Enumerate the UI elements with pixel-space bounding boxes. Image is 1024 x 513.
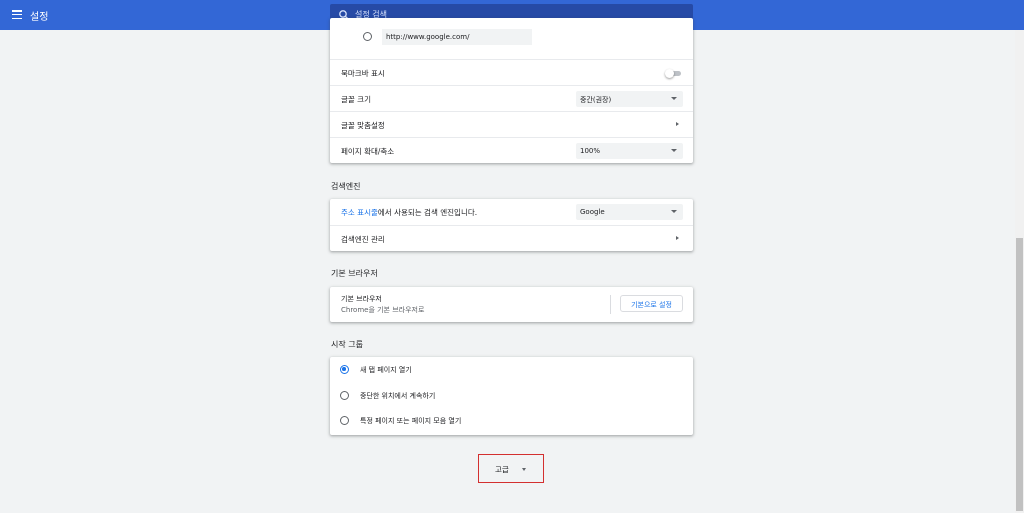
search-engine-section-title: 검색엔진 [331,182,361,191]
page-zoom-select[interactable]: 100% [576,143,683,159]
search-engine-select[interactable]: Google [576,204,683,220]
search-engine-description: 주소 표시줄에서 사용되는 검색 엔진입니다. [341,208,478,217]
customize-fonts-row[interactable]: 글꼴 맞춤설정 [330,111,693,137]
page-zoom-value: 100% [580,147,601,155]
homepage-url-radio[interactable] [363,32,372,41]
customize-fonts-label: 글꼴 맞춤설정 [341,121,385,130]
startup-option-new-tab[interactable]: 새 탭 페이지 열기 [330,357,693,383]
startup-option-label: 새 탭 페이지 열기 [360,366,412,374]
bookmarks-bar-label: 북마크바 표시 [341,69,385,78]
make-default-button[interactable]: 기본으로 설정 [620,295,683,312]
default-browser-title: 기본 브라우저 [341,295,382,303]
page-zoom-label: 페이지 확대/축소 [341,147,395,156]
default-browser-section-title: 기본 브라우저 [331,269,378,278]
font-size-value: 중간(권장) [580,96,612,104]
radio-button[interactable] [340,365,349,374]
divider [610,295,611,314]
chevron-down-icon [671,210,677,213]
page-zoom-row: 페이지 확대/축소 100% [330,137,693,163]
startup-option-continue[interactable]: 중단한 위치에서 계속하기 [330,383,693,409]
chevron-down-icon [522,468,526,471]
menu-icon[interactable] [12,10,22,20]
manage-search-engines-label: 검색엔진 관리 [341,235,385,244]
bookmarks-bar-row[interactable]: 북마크바 표시 [330,59,693,85]
page-title: 설정 [30,12,49,23]
on-startup-card: 새 탭 페이지 열기 중단한 위치에서 계속하기 특정 페이지 또는 페이지 모… [330,357,693,435]
search-engine-card: 주소 표시줄에서 사용되는 검색 엔진입니다. Google 검색엔진 관리 [330,199,693,251]
advanced-button[interactable]: 고급 [478,454,544,483]
address-bar-link[interactable]: 주소 표시줄 [341,208,378,217]
manage-search-engines-row[interactable]: 검색엔진 관리 [330,225,693,251]
startup-option-label: 특정 페이지 또는 페이지 모음 열기 [360,417,462,426]
chevron-down-icon [671,149,677,152]
search-engine-value: Google [580,208,605,216]
startup-option-specific-pages[interactable]: 특정 페이지 또는 페이지 모음 열기 [330,408,693,434]
radio-button[interactable] [340,390,349,400]
default-browser-subtitle: Chrome을 기본 브라우저로 [341,306,425,314]
startup-option-label: 중단한 위치에서 계속하기 [360,391,436,400]
homepage-url-input[interactable]: http://www.google.com/ [382,29,532,45]
chevron-right-icon [676,236,679,240]
bookmarks-bar-toggle[interactable] [665,69,681,78]
chevron-down-icon [671,97,677,100]
search-engine-select-row: 주소 표시줄에서 사용되는 검색 엔진입니다. Google [330,199,693,225]
scrollbar-thumb[interactable] [1016,238,1023,511]
font-size-label: 글꼴 크기 [341,95,371,104]
on-startup-section-title: 시작 그룹 [331,340,363,349]
radio-button[interactable] [340,416,349,426]
font-size-select[interactable]: 중간(권장) [576,91,683,107]
advanced-label: 고급 [495,465,509,474]
chevron-right-icon [676,122,679,126]
default-browser-card: 기본 브라우저 Chrome을 기본 브라우저로 기본으로 설정 [330,287,693,322]
font-size-row: 글꼴 크기 중간(권장) [330,85,693,111]
